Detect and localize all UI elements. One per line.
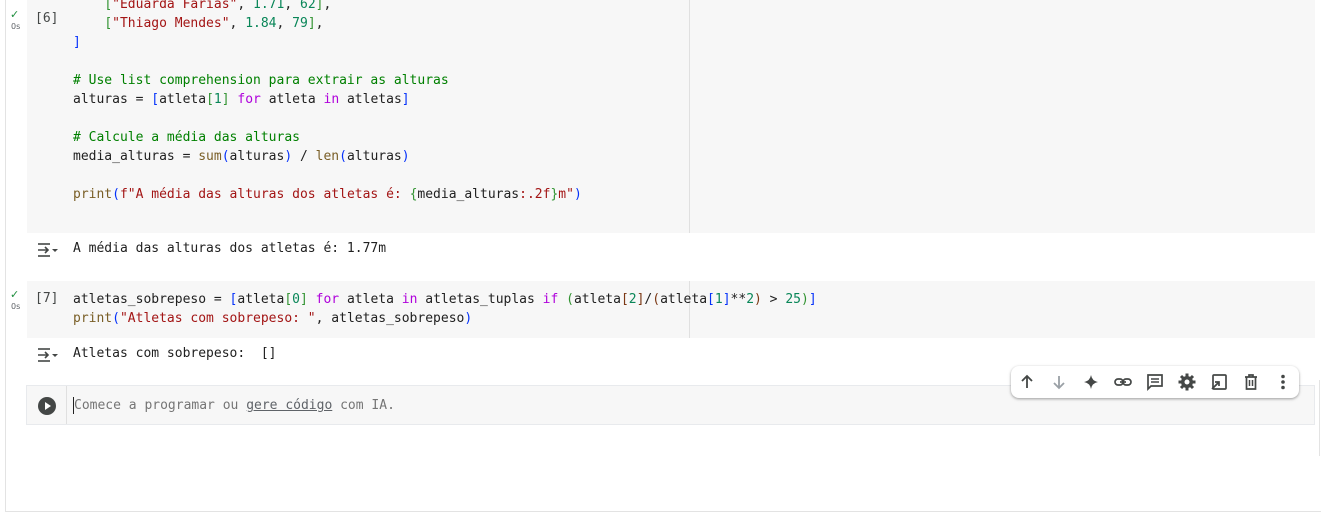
- settings-icon: [1178, 373, 1196, 391]
- cell-toolbar: [1011, 366, 1299, 398]
- cell-output-text: Atletas com sobrepeso: []: [73, 346, 277, 361]
- code-line: atletas_sobrepeso = [atleta[0] for atlet…: [73, 292, 817, 307]
- code-line: alturas = [atleta[1] for atleta in atlet…: [73, 92, 410, 107]
- notebook-right-border: [1319, 380, 1320, 456]
- copy-link-button[interactable]: [1113, 372, 1133, 392]
- code-line: ["Thiago Mendes", 1.84, 79],: [104, 16, 324, 31]
- sparkle-icon: [1084, 375, 1098, 389]
- success-check-icon: ✓: [10, 288, 20, 301]
- exec-count[interactable]: [6]: [35, 11, 58, 26]
- placeholder-text: com IA.: [332, 398, 395, 413]
- move-cell-up-button[interactable]: [1017, 372, 1037, 392]
- placeholder-text: Comece a programar ou: [74, 398, 247, 413]
- code-line: ["Eduarda Farias", 1.71, 62],: [73, 0, 331, 14]
- move-cell-down-button[interactable]: [1049, 372, 1069, 392]
- mirror-cell-button[interactable]: [1209, 372, 1229, 392]
- notebook-left-border: [5, 0, 6, 512]
- mirror-cell-icon: [1211, 374, 1227, 390]
- notebook-bottom-border: [5, 511, 1321, 512]
- play-icon: [45, 402, 51, 410]
- exec-count[interactable]: [7]: [35, 291, 58, 306]
- cell-gutter-divider: [66, 386, 67, 424]
- output-toggle-icon[interactable]: [36, 346, 58, 364]
- code-line: ]: [73, 35, 81, 50]
- cell-output-text: A média das alturas dos atletas é: 1.77m: [73, 241, 387, 256]
- success-check-icon: ✓: [10, 8, 20, 21]
- code-line: media_alturas = sum(alturas) / len(altur…: [73, 149, 410, 164]
- generate-code-link[interactable]: gere código: [246, 398, 332, 413]
- exec-duration: 0s: [11, 22, 21, 31]
- add-comment-button[interactable]: [1145, 372, 1165, 392]
- output-toggle-icon[interactable]: [36, 241, 58, 259]
- ai-generate-button[interactable]: [1081, 372, 1101, 392]
- code-line: print(f"A média das alturas dos atletas …: [73, 187, 582, 202]
- cell-settings-button[interactable]: [1177, 372, 1197, 392]
- delete-icon: [1245, 374, 1257, 390]
- code-comment-line: # Use list comprehension para extrair as…: [73, 73, 449, 88]
- delete-cell-button[interactable]: [1241, 372, 1261, 392]
- link-icon: [1114, 378, 1132, 386]
- code-token: "Eduarda Farias": [112, 0, 238, 12]
- comment-icon: [1147, 374, 1163, 392]
- line-length-ruler: [689, 0, 690, 233]
- code-input-placeholder[interactable]: Comece a programar ou gere código com IA…: [74, 398, 395, 413]
- arrow-down-icon: [1053, 376, 1065, 390]
- more-actions-button[interactable]: [1273, 372, 1293, 392]
- more-vert-icon: [1281, 374, 1285, 390]
- code-line: print("Atletas com sobrepeso: ", atletas…: [73, 311, 473, 326]
- run-cell-button[interactable]: [38, 397, 56, 415]
- arrow-up-icon: [1021, 374, 1033, 388]
- exec-duration: 0s: [11, 302, 21, 311]
- code-comment-line: # Calcule a média das alturas: [73, 130, 300, 145]
